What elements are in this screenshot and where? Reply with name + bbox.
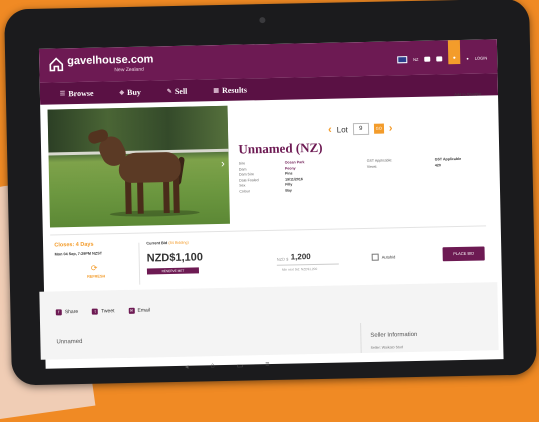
horse-leg: [162, 177, 170, 214]
lower-section: [39, 282, 499, 360]
facebook-icon: f: [55, 309, 62, 316]
detail-row: Colour Bay: [239, 188, 305, 195]
place-bid-button[interactable]: PLACE BID: [442, 246, 485, 262]
recent-apps-icon[interactable]: ▭: [237, 362, 244, 370]
share-email-button[interactable]: ✉ Email: [128, 307, 151, 314]
closes-date: Mon 04 Sep, 7:29PM NZST: [54, 251, 103, 257]
photo-shadow: [109, 209, 200, 218]
current-bid-amount: NZD$1,100: [146, 251, 204, 265]
views-value: 420: [434, 162, 441, 168]
horse-photo[interactable]: ›: [47, 105, 230, 228]
divider: [138, 242, 141, 285]
menu-icon[interactable]: ≡: [265, 361, 269, 369]
reserve-met-badge: RESERVE MET: [146, 267, 200, 275]
photo-trees: [47, 105, 229, 155]
autobid-toggle[interactable]: Autobid: [371, 253, 396, 261]
min-next-bid: Min next bid: NZD$1,200: [281, 266, 318, 272]
home-icon[interactable]: ⌂: [210, 362, 214, 370]
horse-leg: [172, 176, 180, 213]
lot-go-button[interactable]: GO: [373, 123, 384, 134]
lower-lot-name: Unnamed: [56, 338, 83, 346]
refresh-button[interactable]: REFRESH: [87, 274, 105, 278]
bidding-count[interactable]: (84 Bidding): [168, 241, 189, 245]
previous-lot-arrow-icon[interactable]: ‹: [328, 124, 332, 136]
seller-info-title: Seller Information: [370, 331, 418, 339]
horse-leg: [124, 177, 132, 214]
lot-label: Lot: [336, 124, 348, 135]
detail-key: Colour: [239, 189, 250, 194]
share-twitter-button[interactable]: t Tweet: [92, 308, 115, 315]
screen-content: Add to Shortlist › ‹ Lot 9 GO › Unnamed …: [34, 30, 499, 360]
views-key: Views:: [366, 164, 378, 169]
seller-name: Seller: Waikato Stud: [370, 345, 404, 350]
horse-leg: [136, 177, 144, 214]
gst-details: GST Applicable: GST Applicable Views: 420: [367, 157, 462, 170]
next-lot-arrow-icon[interactable]: ›: [389, 122, 393, 134]
share-label: Share: [64, 308, 79, 316]
back-icon[interactable]: ◂: [185, 363, 189, 371]
add-to-shortlist-link[interactable]: Add to Shortlist: [454, 91, 481, 97]
refresh-icon[interactable]: ⟳: [91, 264, 98, 273]
bid-value[interactable]: 1,200: [291, 252, 311, 261]
bid-currency: NZD $: [276, 256, 289, 262]
photo-next-arrow-icon[interactable]: ›: [221, 158, 225, 170]
closes-countdown: Closes: 4 Days: [54, 241, 94, 249]
camera-icon: [259, 17, 266, 24]
autobid-checkbox[interactable]: [371, 253, 379, 261]
views-row: Views: 420: [367, 163, 462, 171]
share-label: Email: [137, 307, 151, 314]
detail-value: Bay: [285, 188, 292, 193]
lot-navigator: ‹ Lot 9 GO ›: [328, 122, 393, 135]
email-icon: ✉: [128, 307, 135, 314]
autobid-label: Autobid: [381, 254, 396, 260]
lot-title: Unnamed (NZ): [238, 139, 323, 157]
horse-body: [118, 151, 182, 184]
lot-number-input[interactable]: 9: [352, 122, 369, 136]
divider: [50, 225, 487, 236]
pedigree-details: Sire Ocean Park Dam Peony Dam Sire Pins Dat…: [239, 160, 305, 195]
share-label: Tweet: [101, 308, 115, 315]
current-bid-label-text: Current Bid: [146, 241, 168, 246]
current-bid-label: Current Bid (84 Bidding): [146, 241, 189, 246]
share-facebook-button[interactable]: f Share: [55, 308, 79, 316]
twitter-icon: t: [92, 308, 99, 315]
